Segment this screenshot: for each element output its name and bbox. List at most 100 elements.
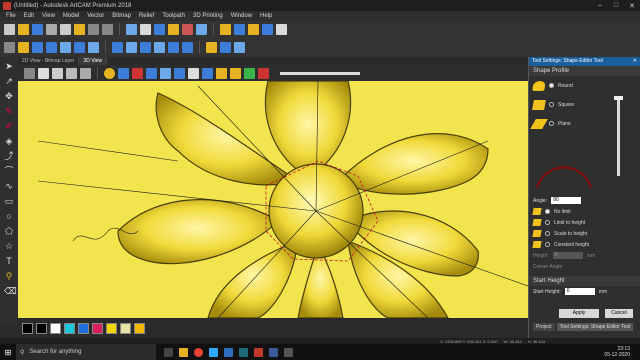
iso-view-icon[interactable] — [38, 67, 49, 79]
brush-icon[interactable]: ✐ — [4, 121, 14, 131]
maximize-icon[interactable]: □ — [608, 2, 624, 10]
pointer-icon[interactable]: ➤ — [4, 61, 14, 71]
shape-editor-icon[interactable] — [18, 41, 29, 53]
face-icon[interactable] — [88, 41, 99, 53]
turn-icon[interactable] — [60, 41, 71, 53]
limit-height-radio[interactable] — [545, 220, 550, 225]
select-tool-icon[interactable] — [4, 41, 15, 53]
star-icon[interactable]: ☆ — [4, 241, 14, 251]
bake-icon[interactable] — [220, 41, 231, 53]
minimize-icon[interactable]: – — [592, 2, 608, 10]
lighting-icon[interactable] — [104, 67, 115, 79]
menu-help[interactable]: Help — [260, 13, 272, 19]
tab-2d-view[interactable]: 2D View - Bitmap Layer — [18, 57, 80, 65]
dropper-icon[interactable]: ⚲ — [4, 271, 14, 281]
wireframe-icon[interactable] — [188, 67, 199, 79]
vector-tool-icon[interactable] — [126, 23, 137, 35]
smooth-relief-icon[interactable] — [182, 41, 193, 53]
constant-height-radio[interactable] — [545, 242, 550, 247]
transform-icon[interactable]: ✥ — [4, 91, 14, 101]
file-explorer-icon[interactable] — [179, 347, 188, 357]
profile-round[interactable]: Round — [529, 76, 599, 95]
front-view-icon[interactable] — [66, 67, 77, 79]
option-scale-height[interactable]: Scale to height — [529, 228, 640, 239]
app-icon[interactable] — [269, 347, 278, 357]
swatch[interactable] — [92, 322, 103, 334]
panel-close-icon[interactable]: ✕ — [633, 57, 637, 66]
two-rail-sweep-icon[interactable] — [74, 41, 85, 53]
new-file-icon[interactable] — [4, 23, 15, 35]
start-button-icon[interactable]: ⊞ — [0, 344, 16, 360]
fill-icon[interactable]: ◈ — [4, 136, 14, 146]
swatch[interactable] — [64, 322, 75, 334]
node-edit-icon[interactable]: ↗ — [4, 76, 14, 86]
pen-icon[interactable]: ✎ — [4, 106, 14, 116]
angle-input[interactable]: 90 — [551, 197, 582, 204]
simulate-icon[interactable] — [262, 23, 273, 35]
swatch[interactable] — [120, 322, 131, 334]
tab-project[interactable]: Project — [533, 323, 555, 331]
axis-icon[interactable] — [118, 67, 129, 79]
app-icon[interactable] — [239, 347, 248, 357]
pan-icon[interactable] — [160, 67, 171, 79]
app-icon[interactable] — [224, 347, 233, 357]
subtract-relief-icon[interactable] — [126, 41, 137, 53]
swatch[interactable] — [78, 322, 89, 334]
tab-tool-settings[interactable]: Tool Settings: Shape Editor Tool — [556, 323, 634, 331]
menu-bitmap[interactable]: Bitmap — [112, 13, 131, 19]
round-radio[interactable] — [549, 83, 554, 88]
task-view-icon[interactable] — [164, 347, 173, 357]
swatch[interactable] — [36, 322, 47, 334]
redo-icon[interactable] — [102, 23, 113, 35]
relief-display-icon[interactable] — [230, 67, 241, 79]
menu-model[interactable]: Model — [63, 13, 79, 19]
app-icon[interactable] — [284, 347, 293, 357]
folder-icon[interactable] — [220, 23, 231, 35]
toolpath-display-icon[interactable] — [244, 67, 255, 79]
swatch[interactable] — [106, 322, 117, 334]
erase-tool-icon[interactable] — [182, 23, 193, 35]
close-icon[interactable]: ✕ — [624, 2, 640, 10]
bezier-icon[interactable]: ∿ — [4, 181, 14, 191]
relief-tool-icon[interactable] — [140, 23, 151, 35]
menu-3d-printing[interactable]: 3D Printing — [193, 13, 223, 19]
layer-tool-icon[interactable] — [154, 23, 165, 35]
no-limit-radio[interactable] — [545, 209, 550, 214]
scale-icon[interactable] — [234, 41, 245, 53]
profile-square[interactable]: Square — [529, 95, 599, 114]
undo-icon[interactable] — [88, 23, 99, 35]
copy-icon[interactable] — [60, 23, 71, 35]
top-view-icon[interactable] — [52, 67, 63, 79]
3d-viewport[interactable] — [18, 81, 528, 318]
menu-relief[interactable]: Relief — [139, 13, 154, 19]
angle-slider-track[interactable] — [617, 96, 620, 176]
plane-radio[interactable] — [549, 121, 554, 126]
shaded-icon[interactable] — [202, 67, 213, 79]
taskbar-search[interactable]: ⚲ Search for anything — [16, 344, 156, 360]
color-display-icon[interactable] — [258, 67, 269, 79]
height-input[interactable]: 0 — [552, 252, 583, 259]
sweep-tool-icon[interactable] — [196, 23, 207, 35]
tab-3d-view[interactable]: 3D View — [79, 57, 107, 65]
scale-height-radio[interactable] — [545, 231, 550, 236]
zoom-slider[interactable] — [280, 71, 360, 75]
chrome-icon[interactable] — [194, 347, 203, 357]
open-folder-icon[interactable] — [18, 23, 29, 35]
preview-icon[interactable] — [276, 23, 287, 35]
arc-icon[interactable]: ⌒ — [4, 166, 14, 176]
square-radio[interactable] — [549, 102, 554, 107]
view-select-icon[interactable] — [24, 67, 35, 79]
option-no-limit[interactable]: No limit — [529, 206, 640, 217]
disk-icon[interactable] — [234, 23, 245, 35]
start-height-input[interactable]: 0 — [564, 288, 595, 295]
menu-toolpath[interactable]: Toolpath — [162, 13, 185, 19]
eraser-icon[interactable]: ⌫ — [4, 286, 17, 296]
rotate-view-icon[interactable] — [174, 67, 185, 79]
menu-view[interactable]: View — [42, 13, 55, 19]
texture-icon[interactable] — [206, 41, 217, 53]
menu-file[interactable]: File — [6, 13, 16, 19]
photoshop-icon[interactable] — [209, 347, 218, 357]
swatch[interactable] — [50, 322, 61, 334]
save-icon[interactable] — [32, 23, 43, 35]
polygon-icon[interactable]: ⬠ — [4, 226, 14, 236]
